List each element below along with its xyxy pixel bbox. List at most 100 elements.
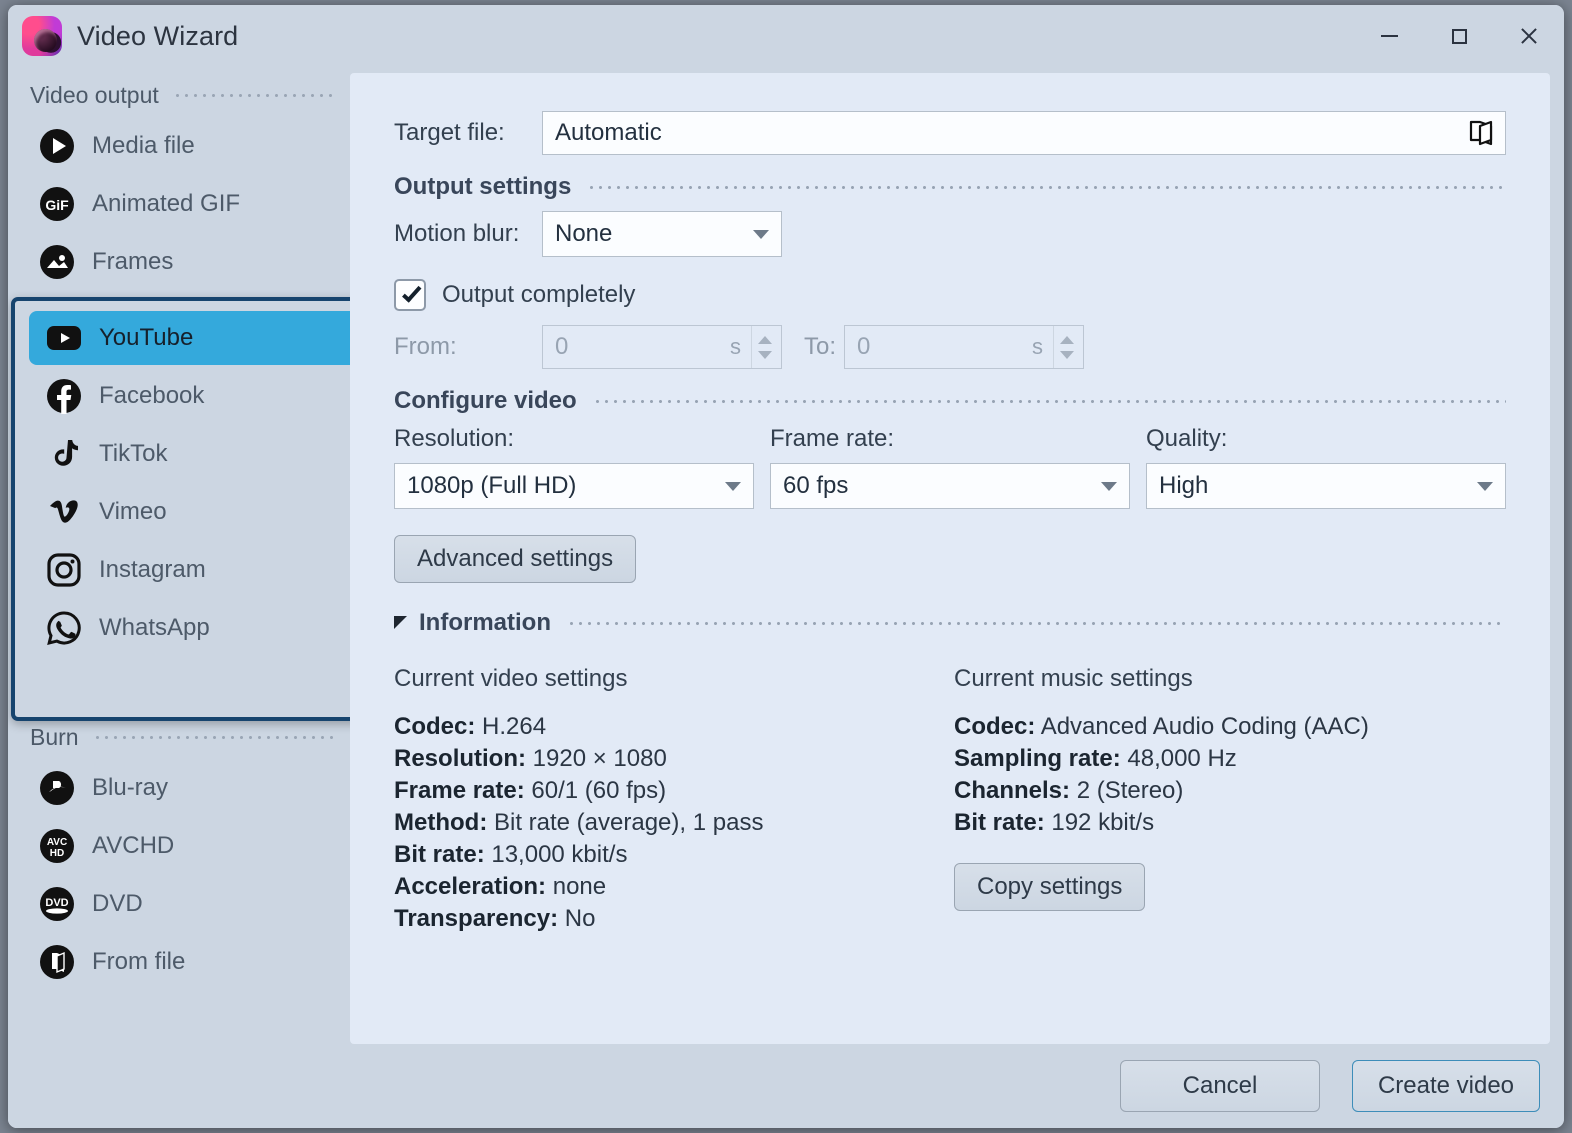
to-stepper[interactable] [1053, 326, 1079, 368]
separator-dots [173, 94, 334, 97]
row-value: Bit rate (average), 1 pass [494, 809, 763, 836]
window-controls [1354, 5, 1564, 67]
open-file-icon [38, 943, 76, 981]
gif-icon: GiF [38, 185, 76, 223]
copy-settings-button[interactable]: Copy settings [954, 863, 1145, 911]
music-settings-row: Sampling rate: 48,000 Hz [954, 743, 1506, 775]
output-completely-checkbox[interactable] [394, 279, 426, 311]
triangle-collapse-icon[interactable] [394, 616, 407, 629]
sidebar-item-label: TikTok [99, 440, 167, 468]
play-circle-icon [38, 127, 76, 165]
maximize-icon [1452, 29, 1467, 44]
sidebar-item-vimeo[interactable]: Vimeo [29, 485, 358, 539]
motion-blur-value: None [555, 220, 612, 248]
music-settings-row: Bit rate: 192 kbit/s [954, 807, 1506, 839]
row-key: Sampling rate: [954, 745, 1121, 772]
sidebar-item-facebook[interactable]: Facebook [29, 369, 358, 423]
to-label: To: [782, 333, 844, 361]
sidebar-item-label: Facebook [99, 382, 204, 410]
video-settings-row: Resolution: 1920 × 1080 [394, 743, 954, 775]
to-value: 0 [857, 333, 870, 361]
sidebar-item-label: From file [92, 948, 185, 976]
svg-text:GiF: GiF [45, 197, 69, 213]
video-settings-row: Bit rate: 13,000 kbit/s [394, 839, 954, 871]
row-value: H.264 [482, 713, 546, 740]
close-button[interactable] [1494, 5, 1564, 67]
sidebar-item-label: Instagram [99, 556, 206, 584]
row-value: none [553, 873, 606, 900]
information-body: Current video settings Codec: H.264 Reso… [394, 663, 1506, 935]
video-settings-column: Current video settings Codec: H.264 Reso… [394, 663, 954, 935]
row-value: 60/1 (60 fps) [531, 777, 666, 804]
copy-settings-row: Copy settings [954, 863, 1506, 911]
youtube-icon [45, 319, 83, 357]
separator-dots [567, 622, 1506, 625]
highlight-annotation-box: YouTube Facebook TikTok Vimeo Instagram [11, 297, 376, 721]
sidebar-item-from-file[interactable]: From file [22, 935, 336, 989]
maximize-button[interactable] [1424, 5, 1494, 67]
chevron-down-icon [1101, 482, 1117, 491]
vimeo-icon [45, 493, 83, 531]
sidebar-group-burn: Burn [8, 717, 350, 757]
advanced-settings-button[interactable]: Advanced settings [394, 535, 636, 583]
sidebar-item-blu-ray[interactable]: Blu-ray [22, 761, 336, 815]
frame-rate-group: Frame rate: 60 fps [770, 425, 1130, 509]
frame-rate-select[interactable]: 60 fps [770, 463, 1130, 509]
output-completely-row[interactable]: Output completely [394, 279, 1506, 311]
dvd-disc-icon: DVD [38, 885, 76, 923]
configure-video-header: Configure video [394, 387, 1506, 415]
video-wizard-window: Video Wizard Video output Media file [8, 5, 1564, 1128]
tiktok-icon [45, 435, 83, 473]
svg-text:DVD: DVD [45, 897, 68, 909]
target-file-input[interactable]: Automatic [542, 111, 1506, 155]
information-header[interactable]: Information [394, 609, 1506, 637]
from-input[interactable]: 0 s [542, 325, 782, 369]
facebook-icon [45, 377, 83, 415]
row-key: Transparency: [394, 905, 558, 932]
sidebar-item-media-file[interactable]: Media file [22, 119, 336, 173]
range-row: From: 0 s To: 0 s [394, 325, 1506, 369]
minimize-button[interactable] [1354, 5, 1424, 67]
sidebar-item-animated-gif[interactable]: GiF Animated GIF [22, 177, 336, 231]
close-icon [1519, 26, 1539, 46]
to-input[interactable]: 0 s [844, 325, 1084, 369]
cancel-button[interactable]: Cancel [1120, 1060, 1320, 1112]
video-settings-heading: Current video settings [394, 663, 954, 695]
row-value: No [565, 905, 596, 932]
quality-value: High [1159, 472, 1208, 500]
resolution-select[interactable]: 1080p (Full HD) [394, 463, 754, 509]
row-key: Codec: [394, 713, 475, 740]
minimize-icon [1381, 35, 1398, 37]
quality-select[interactable]: High [1146, 463, 1506, 509]
svg-text:HD: HD [50, 848, 64, 859]
separator-dots [587, 186, 1506, 189]
from-unit: s [730, 334, 741, 360]
target-file-row: Target file: Automatic [394, 111, 1506, 155]
sidebar-item-dvd[interactable]: DVD DVD [22, 877, 336, 931]
sidebar-item-label: WhatsApp [99, 614, 210, 642]
separator-dots [93, 736, 334, 739]
sidebar-item-avchd[interactable]: AVCHD AVCHD [22, 819, 336, 873]
create-video-button[interactable]: Create video [1352, 1060, 1540, 1112]
sidebar-item-instagram[interactable]: Instagram [29, 543, 358, 597]
row-key: Method: [394, 809, 487, 836]
avchd-disc-icon: AVCHD [38, 827, 76, 865]
to-unit: s [1032, 334, 1043, 360]
sidebar-item-tiktok[interactable]: TikTok [29, 427, 358, 481]
sidebar-item-frames[interactable]: Frames [22, 235, 336, 289]
window-title: Video Wizard [77, 21, 238, 52]
target-file-value: Automatic [555, 119, 662, 147]
sidebar-item-whatsapp[interactable]: WhatsApp [29, 601, 358, 655]
image-frames-icon [38, 243, 76, 281]
open-folder-icon[interactable] [1467, 119, 1495, 147]
video-settings-row: Codec: H.264 [394, 711, 954, 743]
music-settings-column: Current music settings Codec: Advanced A… [954, 663, 1506, 911]
sidebar-item-label: DVD [92, 890, 143, 918]
video-config-row: Resolution: 1080p (Full HD) Frame rate: … [394, 425, 1506, 509]
music-settings-row: Channels: 2 (Stereo) [954, 775, 1506, 807]
video-settings-row: Transparency: No [394, 903, 954, 935]
motion-blur-select[interactable]: None [542, 211, 782, 257]
from-value: 0 [555, 333, 568, 361]
from-stepper[interactable] [751, 326, 777, 368]
sidebar-item-youtube[interactable]: YouTube [29, 311, 358, 365]
